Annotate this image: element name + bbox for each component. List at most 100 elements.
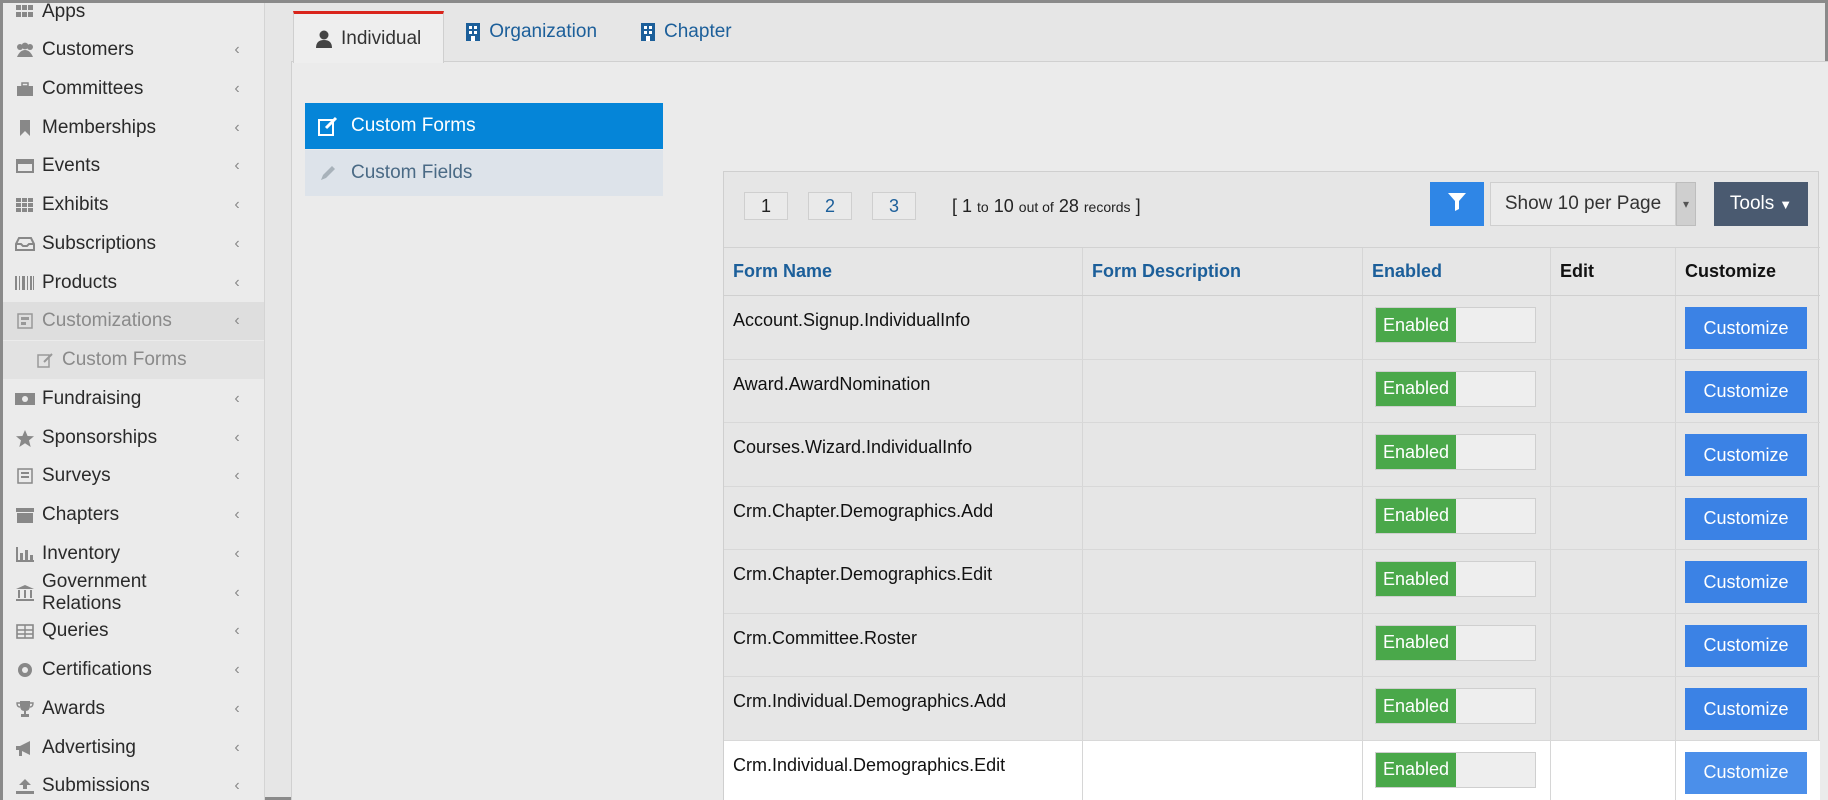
chevron-left-icon: ‹	[234, 467, 240, 484]
enabled-toggle[interactable]: Enabled	[1375, 624, 1536, 661]
enabled-toggle[interactable]: Enabled	[1375, 497, 1536, 534]
list-icon	[13, 468, 37, 484]
table-row: Crm.Chapter.Demographics.Edit Enabled Cu…	[724, 550, 1820, 614]
apps-icon	[13, 5, 37, 19]
sidebar-item-label: Committees	[42, 78, 144, 99]
sidebar-item-customizations[interactable]: Customizations ‹	[3, 302, 264, 340]
customize-button[interactable]: Customize	[1685, 688, 1807, 730]
bar-chart-icon	[13, 546, 37, 562]
enabled-toggle[interactable]: Enabled	[1375, 751, 1536, 788]
customize-button[interactable]: Customize	[1685, 624, 1807, 667]
enabled-toggle[interactable]: Enabled	[1375, 307, 1536, 343]
column-header-form-name[interactable]: Form Name	[724, 248, 1083, 295]
enabled-toggle[interactable]: Enabled	[1375, 561, 1536, 597]
form-description	[1083, 677, 1363, 740]
sidebar-item-label: Apps	[42, 3, 86, 22]
sidebar-item-label: Products	[42, 272, 117, 293]
menu-item-custom-forms[interactable]: Custom Forms	[305, 103, 663, 149]
sidebar-item-fundraising[interactable]: Fundraising ‹	[3, 380, 264, 418]
tab-organization[interactable]: Organization	[444, 3, 619, 61]
sidebar-item-products[interactable]: Products ‹	[3, 264, 264, 302]
bank-icon	[13, 585, 37, 601]
sidebar-item-label: Certifications	[42, 659, 152, 680]
sidebar-item-apps[interactable]: Apps	[3, 3, 264, 31]
sidebar-item-memberships[interactable]: Memberships ‹	[3, 109, 264, 147]
grid-icon	[13, 197, 37, 213]
upload-icon	[13, 778, 37, 794]
menu-item-custom-fields[interactable]: Custom Fields	[305, 150, 663, 196]
sidebar-item-events[interactable]: Events ‹	[3, 147, 264, 185]
form-name: Award.AwardNomination	[724, 359, 1083, 422]
sidebar-item-exhibits[interactable]: Exhibits ‹	[3, 186, 264, 224]
sidebar-item-label: Custom Forms	[62, 349, 187, 370]
chevron-down-icon: ▼	[1779, 196, 1793, 212]
sidebar-item-label: Surveys	[42, 465, 111, 486]
sidebar-item-sponsorships[interactable]: Sponsorships ‹	[3, 419, 264, 457]
sidebar-subitem-custom-forms[interactable]: Custom Forms	[3, 341, 264, 379]
sidebar-item-queries[interactable]: Queries ‹	[3, 612, 264, 650]
chevron-left-icon: ‹	[234, 584, 240, 601]
sidebar-item-committees[interactable]: Committees ‹	[3, 70, 264, 108]
table-row: Award.AwardNomination Enabled Customize	[724, 359, 1820, 423]
customize-button[interactable]: Customize	[1685, 751, 1807, 794]
sidebar-item-chapters[interactable]: Chapters ‹	[3, 496, 264, 534]
tab-label: Organization	[489, 21, 598, 42]
sidebar-item-surveys[interactable]: Surveys ‹	[3, 457, 264, 495]
enabled-label: Enabled	[1376, 752, 1456, 787]
customize-button[interactable]: Customize	[1685, 561, 1807, 603]
page-button-2[interactable]: 2	[808, 192, 852, 220]
page-button-3[interactable]: 3	[872, 192, 916, 220]
sidebar-item-inventory[interactable]: Inventory ‹	[3, 535, 264, 573]
column-header-enabled[interactable]: Enabled	[1363, 248, 1551, 295]
form-description	[1083, 550, 1363, 613]
forms-table: Form Name Form Description Enabled Edit …	[724, 248, 1820, 800]
users-icon	[13, 42, 37, 58]
briefcase-icon	[13, 81, 37, 97]
form-name: Crm.Individual.Demographics.Edit	[724, 740, 1083, 800]
table-icon	[13, 623, 37, 639]
sidebar-item-label: Memberships	[42, 117, 157, 138]
chevron-left-icon: ‹	[234, 119, 240, 136]
enabled-toggle[interactable]: Enabled	[1375, 370, 1536, 407]
filter-icon	[1448, 192, 1466, 216]
enabled-toggle[interactable]: Enabled	[1375, 688, 1536, 724]
tab-chapter[interactable]: Chapter	[619, 3, 754, 61]
chevron-left-icon: ‹	[234, 235, 240, 252]
enabled-toggle[interactable]: Enabled	[1375, 434, 1536, 470]
chevron-left-icon: ‹	[234, 274, 240, 291]
filter-button[interactable]	[1430, 182, 1484, 226]
customize-button[interactable]: Customize	[1685, 307, 1807, 349]
form-description	[1083, 613, 1363, 676]
sidebar-item-label: Customers	[42, 39, 134, 60]
form-name: Crm.Chapter.Demographics.Edit	[724, 550, 1083, 613]
sidebar-item-certifications[interactable]: Certifications ‹	[3, 651, 264, 689]
tools-label: Tools	[1729, 193, 1775, 214]
layout-icon	[13, 313, 37, 329]
customize-button[interactable]: Customize	[1685, 497, 1807, 540]
sidebar-item-label: Advertising	[42, 737, 136, 758]
customize-button[interactable]: Customize	[1685, 434, 1807, 476]
chevron-left-icon: ‹	[234, 622, 240, 639]
column-header-form-description[interactable]: Form Description	[1083, 248, 1363, 295]
form-description	[1083, 296, 1363, 359]
sidebar-item-advertising[interactable]: Advertising ‹	[3, 729, 264, 767]
sidebar-item-subscriptions[interactable]: Subscriptions ‹	[3, 225, 264, 263]
page-button-1[interactable]: 1	[744, 192, 788, 220]
edit-cell	[1551, 423, 1676, 486]
money-icon	[13, 393, 37, 405]
sidebar-item-submissions[interactable]: Submissions ‹	[3, 767, 264, 800]
tab-label: Chapter	[664, 21, 732, 42]
sidebar-item-government-relations[interactable]: Government Relations ‹	[3, 571, 264, 614]
form-name: Crm.Chapter.Demographics.Add	[724, 486, 1083, 549]
tools-button[interactable]: Tools ▼	[1714, 182, 1808, 226]
sidebar-item-customers[interactable]: Customers ‹	[3, 31, 264, 69]
per-page-select[interactable]: Show 10 per Page	[1490, 182, 1676, 226]
form-description	[1083, 486, 1363, 549]
form-name: Crm.Individual.Demographics.Add	[724, 677, 1083, 740]
sidebar-item-awards[interactable]: Awards ‹	[3, 690, 264, 728]
barcode-icon	[13, 276, 37, 290]
tab-individual[interactable]: Individual	[293, 11, 445, 63]
customize-button[interactable]: Customize	[1685, 370, 1807, 413]
chevron-down-icon[interactable]: ▾	[1676, 182, 1696, 226]
enabled-label: Enabled	[1376, 435, 1456, 469]
